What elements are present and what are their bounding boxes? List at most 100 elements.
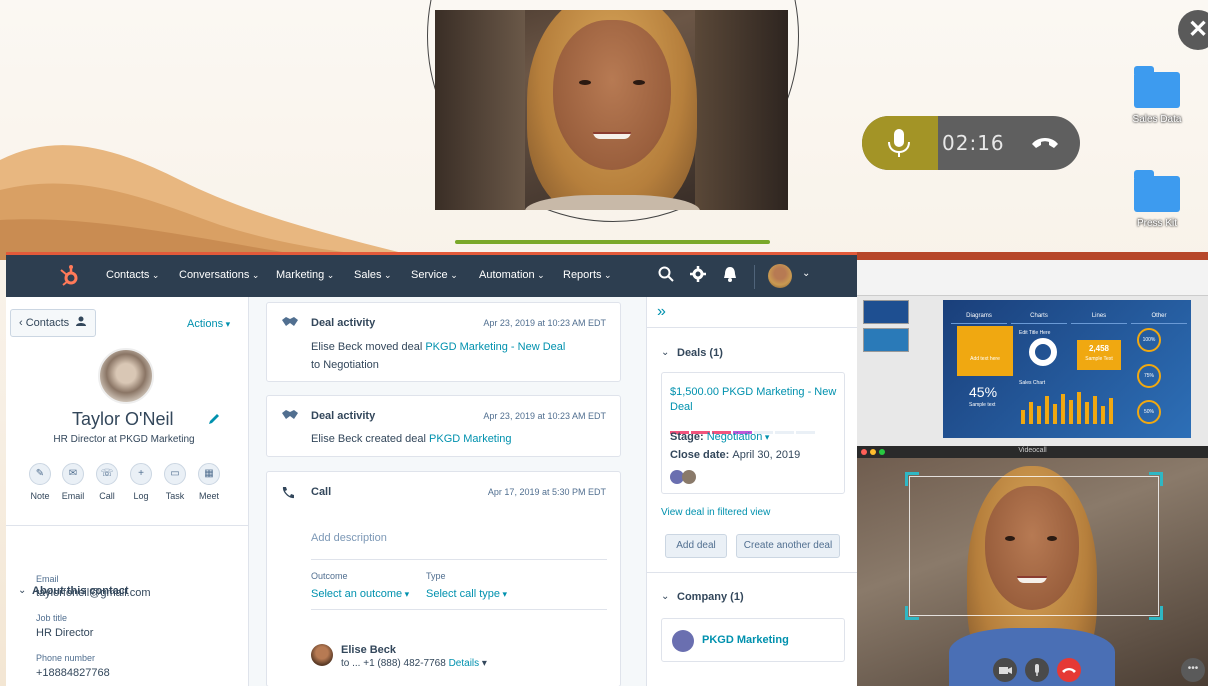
call-progress-bar: [455, 240, 770, 244]
job-title-value[interactable]: HR Director: [36, 627, 93, 639]
stage-dropdown[interactable]: Negotiation: [707, 431, 770, 443]
chevron-down-icon[interactable]: ⌄: [661, 347, 669, 358]
hubspot-logo-icon[interactable]: [58, 265, 80, 287]
call-title: Call: [311, 486, 332, 498]
frame-corner: [905, 472, 919, 486]
phone-icon: [282, 487, 294, 499]
chevron-down-icon[interactable]: ⌄: [661, 591, 669, 602]
deal-link[interactable]: PKGD Marketing - New Deal: [425, 341, 565, 353]
actions-dropdown[interactable]: Actions: [187, 318, 230, 330]
details-dropdown[interactable]: Details: [449, 658, 480, 669]
close-date-value: April 30, 2019: [732, 449, 801, 461]
end-call-button[interactable]: [1030, 134, 1060, 157]
action-label: Note: [30, 491, 50, 501]
slide-column-header: Other: [1131, 308, 1187, 324]
folder-icon: [1134, 170, 1180, 212]
activity-text: Elise Beck created deal PKGD Marketing: [311, 430, 571, 448]
action-label: Call: [99, 491, 115, 501]
phone-value[interactable]: +18884827768: [36, 667, 110, 679]
ring-label: 50%: [1143, 409, 1154, 415]
divider: [647, 327, 857, 328]
divider: [311, 609, 607, 610]
slide-column-header: Lines: [1071, 308, 1127, 324]
chevron-down-icon[interactable]: ⌄: [802, 268, 810, 279]
slide-stat-value: 2,458: [1088, 344, 1110, 353]
call-timer: 02:16: [942, 131, 1005, 155]
view-deal-filtered-link[interactable]: View deal in filtered view: [661, 507, 770, 518]
caller-number-text: to ... +1 (888) 482-7768: [341, 658, 446, 669]
meet-action-button[interactable]: ▦ Meet: [192, 463, 226, 501]
log-action-button[interactable]: + Log: [124, 463, 158, 501]
calendar-icon: ▦: [198, 463, 220, 485]
deals-section-title[interactable]: Deals (1): [677, 347, 723, 359]
back-button-label: Contacts: [25, 317, 70, 329]
nav-conversations[interactable]: Conversations: [179, 269, 259, 281]
slide-ring-50: 50%: [1137, 400, 1161, 424]
ring-label: 100%: [1142, 337, 1156, 343]
envelope-icon: ✉: [62, 463, 84, 485]
nav-sales[interactable]: Sales: [354, 269, 392, 281]
call-action-button[interactable]: ☏ Call: [90, 463, 124, 501]
outcome-select[interactable]: Select an outcome: [311, 588, 409, 600]
videocall-title: Videocall: [1018, 447, 1047, 454]
folder-label: Press Kit: [1136, 218, 1177, 229]
company-section-title[interactable]: Company (1): [677, 591, 744, 603]
deal-name-link[interactable]: $1,500.00 PKGD Marketing - New Deal: [670, 385, 840, 415]
microphone-icon: [1035, 664, 1039, 676]
company-name-link[interactable]: PKGD Marketing: [702, 634, 789, 646]
search-icon[interactable]: [658, 266, 674, 282]
timeline-card-call: Call Apr 17, 2019 at 5:30 PM EDT Add des…: [266, 471, 621, 686]
person-icon: [76, 316, 87, 326]
microphone-toggle-button[interactable]: [1025, 658, 1049, 682]
slide-column-header: Diagrams: [951, 308, 1007, 324]
create-another-deal-button[interactable]: Create another deal: [736, 534, 840, 558]
gear-icon[interactable]: [690, 266, 706, 282]
desktop-folder-sales-data[interactable]: Sales Data: [1122, 66, 1192, 126]
phone-label: Phone number: [36, 653, 96, 663]
call-description-input[interactable]: Add description: [311, 532, 387, 544]
bell-icon[interactable]: [723, 266, 737, 282]
crm-window: Contacts Conversations Marketing Sales S…: [6, 252, 857, 686]
end-videocall-button[interactable]: [1057, 658, 1081, 682]
divider: [311, 559, 607, 560]
presentation-titlebar: [857, 252, 1208, 260]
divider: [647, 572, 857, 573]
face-tracking-frame: [909, 476, 1159, 616]
mute-button[interactable]: [862, 116, 938, 170]
frame-corner: [905, 606, 919, 620]
note-action-button[interactable]: ✎ Note: [23, 463, 57, 501]
action-label: Meet: [198, 491, 219, 501]
email-value[interactable]: taylorfoneil@gmail.com: [36, 587, 151, 599]
user-avatar[interactable]: [768, 264, 792, 288]
nav-contacts[interactable]: Contacts: [106, 269, 159, 281]
nav-marketing[interactable]: Marketing: [276, 269, 334, 281]
phone-hangup-icon: [1062, 668, 1076, 673]
back-to-contacts-button[interactable]: ‹ Contacts: [10, 309, 96, 337]
company-logo-icon: [672, 630, 694, 652]
camera-toggle-button[interactable]: [993, 658, 1017, 682]
slide-thumbnail[interactable]: [863, 300, 909, 324]
chevron-down-icon[interactable]: ⌄: [18, 585, 26, 596]
nav-service[interactable]: Service: [411, 269, 458, 281]
frame-corner: [1149, 472, 1163, 486]
nav-automation[interactable]: Automation: [479, 269, 545, 281]
deal-stage-progress: [670, 421, 840, 434]
collapse-sidebar-icon[interactable]: »: [657, 303, 666, 321]
ring-label: 75%: [1143, 373, 1154, 379]
slide-sales-chart-label: Sales Chart: [1019, 380, 1046, 386]
type-label: Type: [426, 571, 446, 581]
task-action-button[interactable]: ▭ Task: [158, 463, 192, 501]
more-options-icon[interactable]: •••: [1181, 658, 1205, 682]
caller-avatar: [311, 644, 333, 666]
add-deal-button[interactable]: Add deal: [665, 534, 727, 558]
nav-reports[interactable]: Reports: [563, 269, 612, 281]
pencil-icon[interactable]: [208, 413, 220, 425]
slide-thumbnail[interactable]: [863, 328, 909, 352]
desktop-folder-press-kit[interactable]: Press Kit: [1122, 170, 1192, 230]
action-label: Task: [165, 491, 185, 501]
email-action-button[interactable]: ✉ Email: [56, 463, 90, 501]
slide-highlight-box: Add text here: [957, 326, 1013, 376]
company-deal-link[interactable]: PKGD Marketing: [429, 433, 512, 445]
call-type-select[interactable]: Select call type: [426, 588, 507, 600]
job-title-label: Job title: [36, 613, 68, 623]
